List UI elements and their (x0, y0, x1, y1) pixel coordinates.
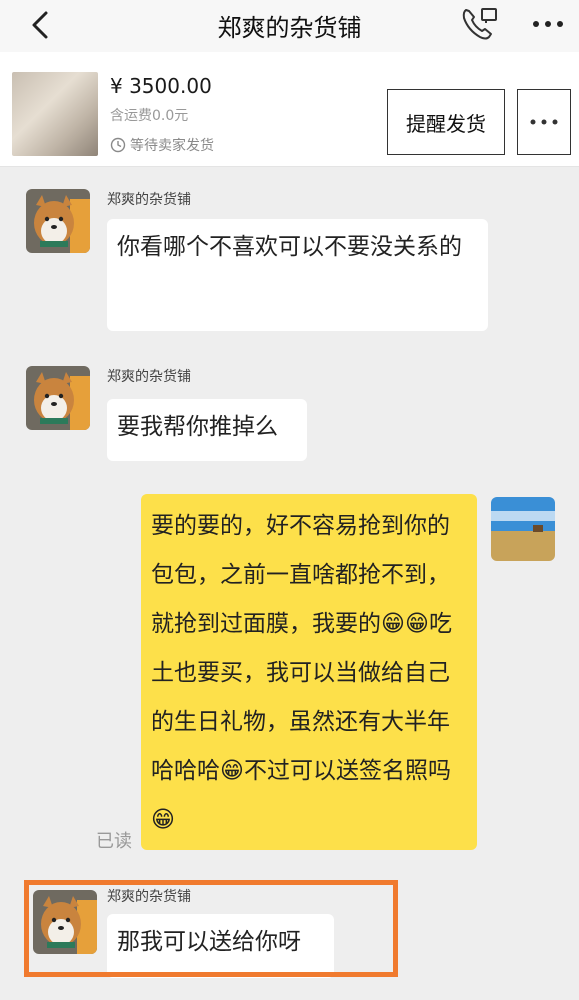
highlight-box (24, 880, 398, 977)
top-bar: 郑爽的杂货铺 (0, 0, 579, 52)
message-bubble[interactable]: 要我帮你推掉么 (107, 399, 307, 461)
order-card[interactable]: ¥ 3500.00 含运费0.0元 等待卖家发货 提醒发货 (0, 52, 579, 167)
dog-icon (26, 189, 90, 253)
sender-name: 郑爽的杂货铺 (107, 369, 191, 385)
shiba-avatar[interactable] (26, 189, 90, 253)
shipping-fee: 含运费0.0元 (110, 108, 189, 124)
more-dots-icon (530, 119, 558, 125)
phone-icon[interactable] (460, 6, 500, 42)
message-bubble[interactable]: 你看哪个不喜欢可以不要没关系的 (107, 219, 488, 331)
my-avatar[interactable] (491, 497, 555, 561)
dog-icon (26, 366, 90, 430)
order-status: 等待卖家发货 (110, 135, 214, 155)
product-thumbnail[interactable] (12, 72, 98, 156)
order-more-button[interactable] (517, 89, 571, 155)
order-price: ¥ 3500.00 (110, 74, 212, 98)
clock-icon (110, 137, 126, 153)
shiba-avatar[interactable] (26, 366, 90, 430)
my-message-bubble[interactable]: 要的要的，好不容易抢到你的包包，之前一直啥都抢不到，就抢到过面膜，我要的😁😁吃土… (141, 494, 477, 850)
sender-name: 郑爽的杂货铺 (107, 192, 191, 208)
landscape-icon (491, 497, 555, 561)
read-receipt: 已读 (96, 831, 132, 852)
order-status-text: 等待卖家发货 (130, 138, 214, 154)
more-options-icon[interactable] (530, 18, 566, 30)
remind-shipping-button[interactable]: 提醒发货 (387, 89, 505, 155)
